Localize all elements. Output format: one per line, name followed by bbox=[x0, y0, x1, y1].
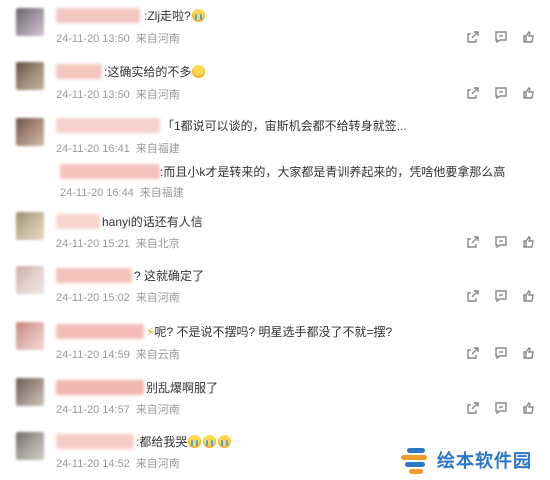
reply-text: :而且小k才是转来的，大家都是青训养起来的，凭啥他要拿那么高 bbox=[160, 165, 506, 179]
author-name[interactable] bbox=[56, 214, 100, 229]
avatar[interactable] bbox=[16, 378, 44, 406]
comment-meta: 24-11-20 13:50 来自河南 bbox=[56, 30, 180, 46]
author-name[interactable] bbox=[56, 8, 140, 23]
share-icon[interactable] bbox=[466, 86, 480, 100]
comment-text: ⚡呢? 不是说不摆吗? 明星选手都没了不就=摆? bbox=[146, 325, 393, 339]
smile-emoji-icon bbox=[192, 65, 206, 78]
comment-actions bbox=[466, 235, 536, 249]
avatar[interactable] bbox=[16, 62, 44, 90]
comment-actions bbox=[466, 289, 536, 303]
like-icon[interactable] bbox=[522, 346, 536, 360]
comment-text: :这确实给的不多 bbox=[104, 64, 206, 80]
crying-emoji-icon bbox=[203, 435, 217, 448]
avatar[interactable] bbox=[16, 8, 44, 36]
crying-emoji-icon bbox=[191, 9, 205, 22]
comment-text: :Zlj走啦? bbox=[144, 8, 206, 24]
share-icon[interactable] bbox=[466, 30, 480, 44]
watermark: 绘本软件园 bbox=[399, 446, 532, 474]
timestamp: 24-11-20 13:50 bbox=[56, 89, 130, 101]
author-name[interactable] bbox=[56, 64, 102, 79]
comment-meta: 24-11-20 14:59 来自云南 bbox=[56, 346, 180, 362]
reply-icon[interactable] bbox=[494, 401, 508, 415]
comment-meta: 24-11-20 13:50 来自河南 bbox=[56, 86, 180, 102]
reply-icon[interactable] bbox=[494, 86, 508, 100]
timestamp: 24-11-20 15:21 bbox=[56, 238, 130, 250]
reply-icon[interactable] bbox=[494, 346, 508, 360]
share-icon[interactable] bbox=[466, 235, 480, 249]
comment-meta: 24-11-20 15:21 来自北京 bbox=[56, 235, 180, 251]
location: 来自云南 bbox=[135, 349, 180, 361]
author-name[interactable] bbox=[56, 324, 144, 339]
reply-author-name[interactable] bbox=[60, 164, 160, 179]
timestamp: 24-11-20 16:41 bbox=[56, 143, 130, 155]
location: 来自河南 bbox=[135, 458, 180, 470]
watermark-text: 绘本软件园 bbox=[437, 451, 532, 472]
timestamp: 24-11-20 14:52 bbox=[56, 458, 130, 470]
location: 来自福建 bbox=[139, 187, 184, 199]
avatar[interactable] bbox=[16, 322, 44, 350]
share-icon[interactable] bbox=[466, 289, 480, 303]
location: 来自河南 bbox=[135, 33, 180, 45]
author-name[interactable] bbox=[56, 118, 160, 133]
share-icon[interactable] bbox=[466, 346, 480, 360]
comment-meta: 24-11-20 14:57 来自河南 bbox=[56, 401, 180, 417]
comment-actions bbox=[466, 86, 536, 100]
crying-emoji-icon bbox=[188, 435, 202, 448]
like-icon[interactable] bbox=[522, 235, 536, 249]
share-icon[interactable] bbox=[466, 401, 480, 415]
avatar[interactable] bbox=[16, 212, 44, 240]
reply-icon[interactable] bbox=[494, 289, 508, 303]
comment-actions bbox=[466, 401, 536, 415]
timestamp: 24-11-20 15:02 bbox=[56, 292, 130, 304]
avatar[interactable] bbox=[16, 266, 44, 294]
location: 来自河南 bbox=[135, 404, 180, 416]
comment-text: 「1都说可以谈的，宙斯机会都不给转身就签... bbox=[162, 119, 407, 133]
comment-text: hanyi的话还有人信 bbox=[102, 215, 203, 229]
avatar[interactable] bbox=[16, 118, 44, 146]
comment-actions bbox=[466, 30, 536, 44]
timestamp: 24-11-20 14:59 bbox=[56, 349, 130, 361]
location: 来自河南 bbox=[135, 292, 180, 304]
timestamp: 24-11-20 14:57 bbox=[56, 404, 130, 416]
like-icon[interactable] bbox=[522, 401, 536, 415]
comment-meta: 24-11-20 14:52 来自河南 bbox=[56, 455, 180, 471]
comment-text: ? 这就确定了 bbox=[134, 269, 205, 283]
like-icon[interactable] bbox=[522, 30, 536, 44]
author-name[interactable] bbox=[56, 434, 134, 449]
author-name[interactable] bbox=[56, 380, 144, 395]
reply-icon[interactable] bbox=[494, 30, 508, 44]
timestamp: 24-11-20 13:50 bbox=[56, 33, 130, 45]
like-icon[interactable] bbox=[522, 289, 536, 303]
comment-actions bbox=[466, 346, 536, 360]
location: 来自福建 bbox=[135, 143, 180, 155]
location: 来自河南 bbox=[135, 89, 180, 101]
crying-emoji-icon bbox=[218, 435, 232, 448]
location: 来自北京 bbox=[135, 238, 180, 250]
reply-meta: 24-11-20 16:44 来自福建 bbox=[60, 184, 184, 200]
author-name[interactable] bbox=[56, 268, 132, 283]
avatar[interactable] bbox=[16, 432, 44, 460]
comment-text: :都给我哭 bbox=[136, 434, 232, 450]
watermark-logo-icon bbox=[399, 446, 429, 474]
like-icon[interactable] bbox=[522, 86, 536, 100]
comment-meta: 24-11-20 16:41 来自福建 bbox=[56, 140, 180, 156]
comment-meta: 24-11-20 15:02 来自河南 bbox=[56, 289, 180, 305]
comment-text: 别乱爆啊服了 bbox=[146, 381, 219, 395]
reply-icon[interactable] bbox=[494, 235, 508, 249]
timestamp: 24-11-20 16:44 bbox=[60, 187, 134, 199]
